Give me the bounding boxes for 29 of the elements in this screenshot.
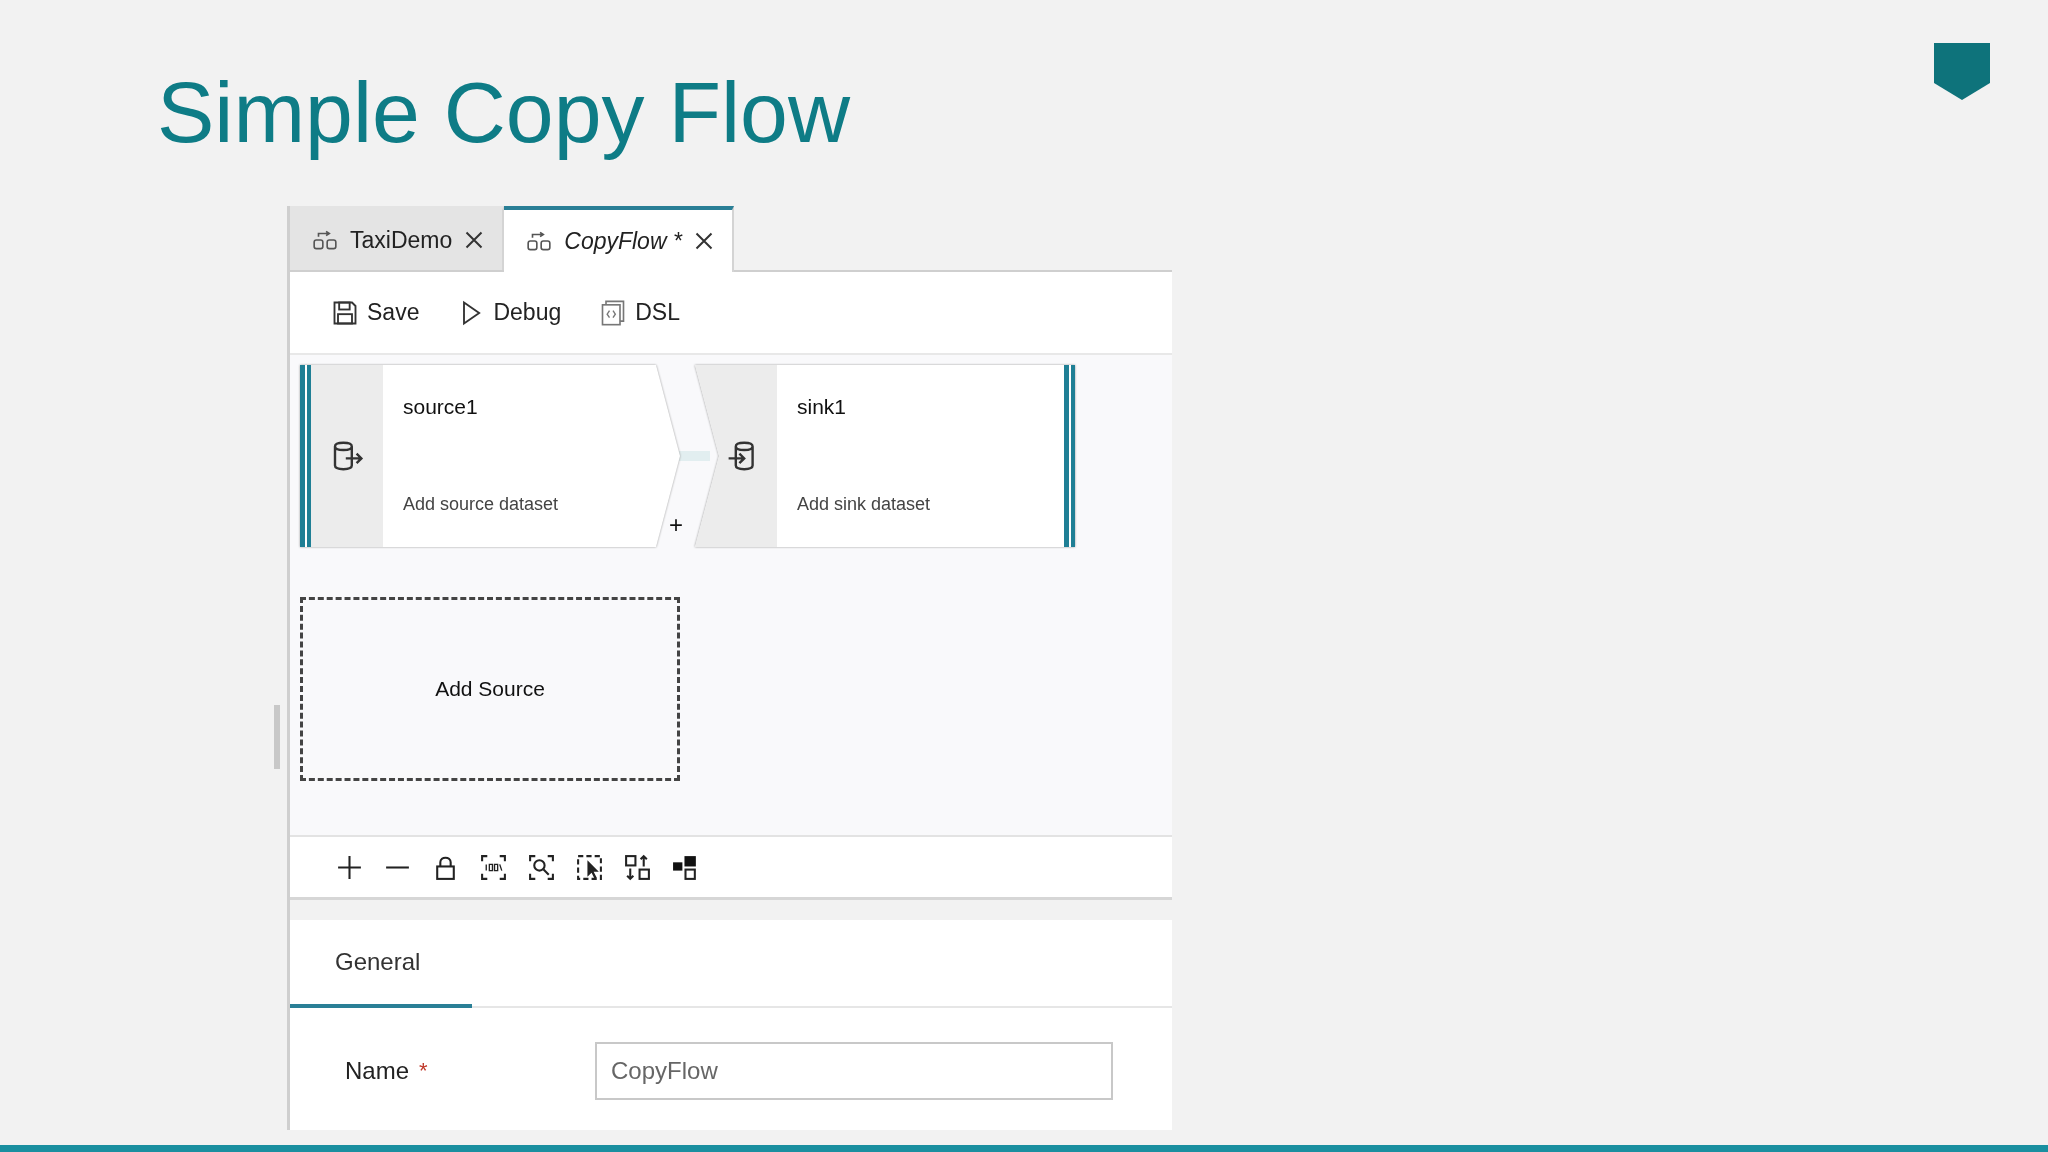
node-name: sink1: [797, 395, 847, 419]
required-mark: *: [419, 1058, 429, 1084]
document-tab[interactable]: CopyFlow *: [504, 206, 734, 272]
actual-size-icon[interactable]: [479, 852, 508, 882]
node-name: source1: [403, 395, 478, 419]
toolbar-button[interactable]: Save: [325, 294, 426, 331]
add-transform-button[interactable]: +: [669, 512, 683, 538]
resize-handle[interactable]: [274, 705, 280, 769]
arrange-icon[interactable]: [623, 852, 652, 882]
close-icon[interactable]: [693, 231, 714, 251]
document-tab[interactable]: TaxiDemo: [290, 206, 505, 270]
add-source-label: Add Source: [435, 677, 545, 701]
node-hint: Add source dataset: [403, 494, 559, 515]
node-hint: Add sink dataset: [797, 494, 931, 515]
name-field[interactable]: CopyFlow: [595, 1042, 1114, 1100]
data-flow-icon: [312, 230, 338, 250]
slide-title: Simple Copy Flow: [157, 63, 850, 162]
close-icon[interactable]: [464, 230, 485, 250]
flow-node[interactable]: sink1 Add sink dataset: [695, 365, 1075, 547]
bookmark-icon: [1934, 43, 1990, 100]
data-flow-icon: [526, 231, 553, 251]
field-label: Name: [345, 1057, 410, 1085]
tab-label: TaxiDemo: [350, 226, 453, 254]
toolbar-button[interactable]: Debug: [451, 294, 568, 331]
toolbar-button[interactable]: DSL: [593, 294, 686, 331]
zoom-fit-icon[interactable]: [527, 852, 556, 882]
tab-label: CopyFlow *: [564, 227, 682, 255]
select-icon[interactable]: [575, 852, 604, 882]
add-source-placeholder[interactable]: Add Source: [300, 597, 680, 781]
